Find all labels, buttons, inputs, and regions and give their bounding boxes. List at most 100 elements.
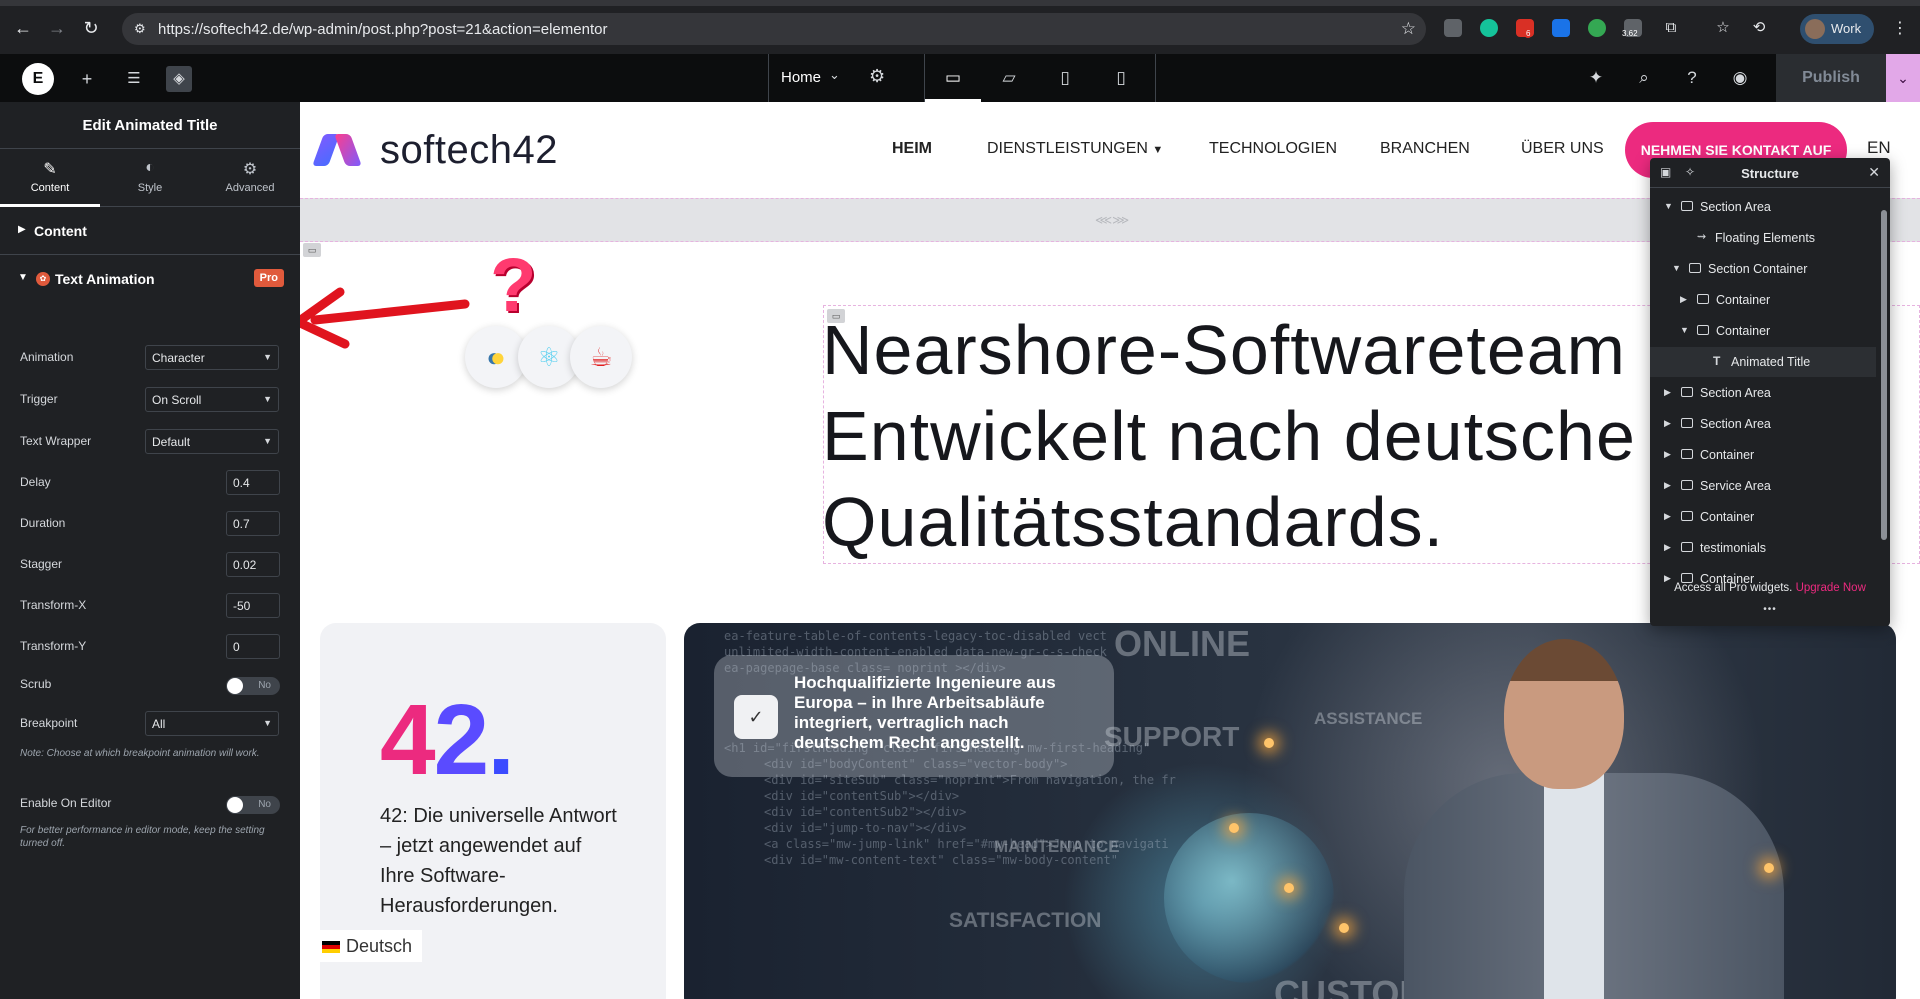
section-content-toggle[interactable]: ▶ Content [0,207,300,255]
language-switch-en[interactable]: EN [1867,138,1891,158]
caret-right-icon[interactable]: ▶ [1664,480,1671,491]
preview-eye-icon[interactable]: ◉ [1728,66,1752,90]
navigator-item[interactable]: ▼ Section Container [1650,254,1876,284]
publish-options-chevron-icon[interactable]: ⌄ [1886,54,1920,102]
help-icon[interactable]: ? [1680,66,1704,90]
browser-menu-icon[interactable]: ⋮ [1892,18,1908,38]
stagger-input[interactable]: 0.02 [226,552,280,577]
desktop-icon[interactable]: ▭ [925,54,981,102]
navigator-item[interactable]: ▶ Container [1650,502,1876,532]
glow-dot [1284,883,1294,893]
section-text-animation-toggle[interactable]: ▼ ✿ Text Animation Pro [0,255,300,303]
history-icon[interactable]: ⟲ [1748,17,1770,39]
control-label: Delay [20,475,51,489]
delay-input[interactable]: 0.4 [226,470,280,495]
navigator-item[interactable]: ▼ Section Area [1650,192,1876,222]
extension-icon[interactable] [1588,19,1606,37]
extension-icon[interactable]: 3.62 [1622,19,1642,38]
menu-item-branchen[interactable]: BRANCHEN [1380,140,1470,158]
text-wrapper-select[interactable]: Default ▼ [145,429,279,454]
menu-item-heim[interactable]: HEIM [892,140,932,158]
caret-right-icon[interactable]: ▶ [1664,511,1671,522]
tab-label: Advanced [225,182,275,194]
navigator-item-label: Service Area [1700,479,1771,493]
page-selector[interactable]: Home ⌄ ⚙ [768,54,924,102]
tab-content[interactable]: ✎ Content [0,149,100,207]
tab-style[interactable]: ◐ Style [100,149,200,207]
caret-down-icon[interactable]: ▼ [1672,263,1681,273]
reload-icon[interactable]: ↻ [80,17,102,39]
bookmark-star-icon[interactable]: ☆ [1401,19,1416,39]
navigator-scrollbar[interactable] [1881,194,1887,570]
extension-icon[interactable] [1444,19,1462,37]
code-line: <div id="jump-to-nav"></div> [764,821,967,835]
navigator-item[interactable]: ▶ Container [1650,440,1876,470]
caret-right-icon[interactable]: ▶ [1664,418,1671,429]
menu-item-technologien[interactable]: TECHNOLOGIEN [1209,140,1337,158]
grammarly-icon[interactable] [1480,19,1498,37]
laptop-icon[interactable]: ▱ [981,54,1037,102]
navigator-item[interactable]: ▶ Container [1650,285,1876,315]
site-info-icon[interactable]: ⚙ [134,21,150,37]
caret-right-icon[interactable]: ▶ [1664,542,1671,553]
menu-item-ueber-uns[interactable]: ÜBER UNS [1521,140,1604,158]
search-icon[interactable]: ⌕ [1632,66,1656,90]
transform-y-input[interactable]: 0 [226,634,280,659]
card-number: 42. [380,683,515,798]
add-element-icon[interactable]: + [74,66,100,92]
chevron-down-icon: ⌄ [829,67,840,82]
control-label: Enable On Editor [20,796,112,810]
navigator-item[interactable]: T Animated Title [1650,347,1876,377]
mobile-icon[interactable]: ▯ [1093,54,1149,102]
elementor-logo-icon[interactable]: E [22,63,54,95]
card-text: 42: Die universelle Antwort – jetzt ange… [380,805,617,917]
tab-advanced[interactable]: ⚙ Advanced [200,149,300,207]
duration-input[interactable]: 0.7 [226,511,280,536]
toggle-knob [227,678,243,694]
scrub-toggle[interactable]: No [226,677,280,695]
breakpoint-select[interactable]: All ▼ [145,711,279,736]
navigator-item[interactable]: ▶ Service Area [1650,471,1876,501]
globe-graphic [1164,813,1334,983]
caret-right-icon[interactable]: ▶ [1664,449,1671,460]
language-switcher[interactable]: Deutsch [312,930,423,962]
caret-down-icon[interactable]: ▼ [1680,325,1689,335]
site-settings-icon[interactable]: ☰ [121,66,147,92]
url-text[interactable]: https://softech42.de/wp-admin/post.php?p… [158,21,607,38]
back-icon[interactable]: ← [12,17,34,39]
structure-layers-icon[interactable]: ◈ [166,66,192,92]
menu-item-dienstleistungen[interactable]: DIENSTLEISTUNGEN ▼ [987,140,1163,158]
navigator-item[interactable]: ▶ Section Area [1650,409,1876,439]
navigator-title: Structure [1741,166,1799,181]
extension-badge-icon[interactable]: 6 [1516,19,1534,38]
puzzle-icon[interactable]: ⧉ [1660,17,1682,39]
bookmarks-icon[interactable]: ☆ [1712,17,1734,39]
extension-icon[interactable] [1552,19,1570,37]
caret-right-icon[interactable]: ▶ [1680,294,1687,305]
caret-down-icon[interactable]: ▼ [1664,201,1673,211]
navigator-item[interactable]: ⇝ Floating Elements [1650,223,1876,253]
forward-icon[interactable]: → [46,17,68,39]
page-settings-icon[interactable]: ⚙ [869,66,885,87]
address-bar[interactable]: ⚙ https://softech42.de/wp-admin/post.php… [122,13,1426,45]
animation-select[interactable]: Character ▼ [145,345,279,370]
publish-button[interactable]: Publish [1776,54,1886,102]
upgrade-link[interactable]: Upgrade Now [1796,582,1866,594]
notifications-icon[interactable]: ✦ [1584,66,1608,90]
enable-on-editor-toggle[interactable]: No [226,796,280,814]
container-icon [1681,449,1693,459]
navigator-item[interactable]: ▼ Container [1650,316,1876,346]
resize-handle-icon[interactable]: ••• [1650,604,1890,615]
navigator-item[interactable]: ▶ Section Area [1650,378,1876,408]
profile-button[interactable]: Work [1800,14,1874,44]
pro-badge: Pro [253,269,284,287]
caret-right-icon[interactable]: ▶ [1664,387,1671,398]
drag-handle-icon[interactable]: ⋘⋙ [1095,213,1129,227]
transform-x-input[interactable]: -50 [226,593,280,618]
tablet-icon[interactable]: ▯ [1037,54,1093,102]
duration-control: Duration 0.7 [0,508,300,538]
gear-icon: ⚙ [242,161,258,178]
navigator-item[interactable]: ▶ testimonials [1650,533,1876,563]
close-icon[interactable]: ✕ [1868,164,1880,181]
trigger-select[interactable]: On Scroll ▼ [145,387,279,412]
